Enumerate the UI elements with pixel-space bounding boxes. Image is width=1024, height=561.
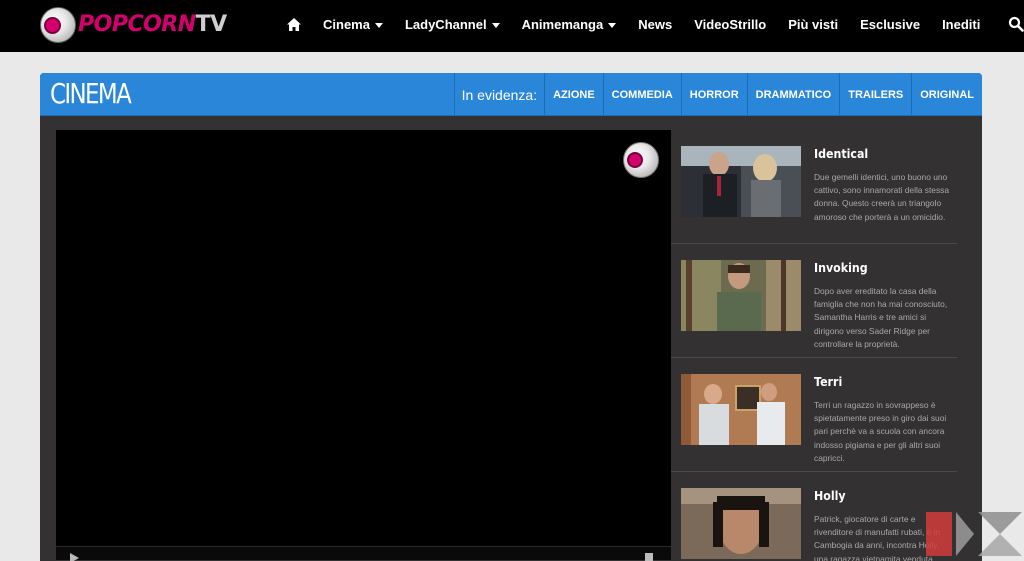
nav-news[interactable]: News xyxy=(627,17,683,32)
player-controls xyxy=(56,546,671,561)
popcorntv-logo[interactable]: POPCORNTV xyxy=(40,5,227,45)
nav-animemanga[interactable]: Animemanga xyxy=(511,17,628,32)
item-title[interactable]: Terri xyxy=(814,375,842,389)
nav-ladychannel-label: LadyChannel xyxy=(404,16,487,32)
thumbnail-terri[interactable] xyxy=(681,374,801,445)
chevron-down-icon xyxy=(608,22,617,28)
cinema-panel: CINEMA In evidenza: AZIONE COMMEDIA HORR… xyxy=(40,73,982,561)
nav-cinema[interactable]: Cinema xyxy=(312,17,394,32)
featured-categories: In evidenza: AZIONE COMMEDIA HORROR DRAM… xyxy=(453,73,982,116)
item-title[interactable]: Invoking xyxy=(814,261,868,275)
item-description: Due gemelli identici, uno buono uno catt… xyxy=(814,172,950,222)
featured-label: In evidenza: xyxy=(453,73,545,116)
logo-text-part2: TV xyxy=(195,12,228,37)
page-title: CINEMA xyxy=(50,77,132,110)
nav-search[interactable] xyxy=(991,16,1024,32)
home-icon xyxy=(287,17,301,31)
nav-animemanga-label: Animemanga xyxy=(521,16,604,32)
list-item[interactable]: Invoking Dopo aver ereditato la casa del… xyxy=(671,244,957,358)
thumbnail-identical[interactable] xyxy=(681,146,801,217)
category-horror[interactable]: HORROR xyxy=(680,73,747,116)
top-navigation-bar: POPCORNTV Cinema LadyChannel Animemanga … xyxy=(0,0,1024,52)
nav-videostrillo-label: VideoStrillo xyxy=(694,16,767,32)
nav-news-label: News xyxy=(638,16,673,32)
thumbnail-holly[interactable] xyxy=(681,488,801,559)
category-drammatico[interactable]: DRAMMATICO xyxy=(746,73,840,116)
item-title[interactable]: Identical xyxy=(814,147,868,161)
section-header: CINEMA In evidenza: AZIONE COMMEDIA HORR… xyxy=(40,73,982,116)
chevron-down-icon xyxy=(374,22,383,28)
chevron-down-icon xyxy=(491,22,500,28)
category-azione[interactable]: AZIONE xyxy=(544,73,603,116)
video-player[interactable] xyxy=(56,130,671,561)
logo-text: POPCORNTV xyxy=(78,14,227,36)
nav-esclusive-label: Esclusive xyxy=(860,16,921,32)
main-menu: Cinema LadyChannel Animemanga News Video… xyxy=(276,0,1024,48)
nav-esclusive[interactable]: Esclusive xyxy=(849,17,931,32)
nav-inediti[interactable]: Inediti xyxy=(931,17,991,32)
item-description: Terri un ragazzo in sovrappeso è spietat… xyxy=(814,400,947,463)
player-watermark-logo xyxy=(623,142,659,178)
nav-ladychannel[interactable]: LadyChannel xyxy=(394,17,511,32)
popcorn-ball-icon xyxy=(40,7,76,43)
item-description: Dopo aver ereditato la casa della famigl… xyxy=(814,286,948,349)
corner-watermark-logo xyxy=(926,512,1022,556)
list-item[interactable]: Terri Terri un ragazzo in sovrappeso è s… xyxy=(671,358,957,472)
nav-home[interactable] xyxy=(276,17,312,31)
nav-videostrillo[interactable]: VideoStrillo xyxy=(683,17,777,32)
nav-inediti-label: Inediti xyxy=(942,16,981,32)
logo-text-part1: POPCORN xyxy=(78,12,196,37)
related-videos-list: Identical Due gemelli identici, uno buon… xyxy=(671,130,957,561)
search-icon xyxy=(1009,16,1024,32)
thumbnail-invoking[interactable] xyxy=(681,260,801,331)
volume-button[interactable] xyxy=(645,553,653,561)
nav-cinema-label: Cinema xyxy=(323,16,370,32)
item-title[interactable]: Holly xyxy=(814,489,846,503)
nav-piu-visti[interactable]: Più visti xyxy=(777,17,849,32)
list-item[interactable]: Holly Patrick, giocatore di carte e rive… xyxy=(671,472,957,561)
category-trailers[interactable]: TRAILERS xyxy=(839,73,911,116)
list-item[interactable]: Identical Due gemelli identici, uno buon… xyxy=(671,130,957,244)
nav-piu-visti-label: Più visti xyxy=(788,16,839,32)
category-commedia[interactable]: COMMEDIA xyxy=(602,73,681,116)
category-original[interactable]: ORIGINAL xyxy=(911,73,982,116)
play-button[interactable] xyxy=(70,553,79,561)
